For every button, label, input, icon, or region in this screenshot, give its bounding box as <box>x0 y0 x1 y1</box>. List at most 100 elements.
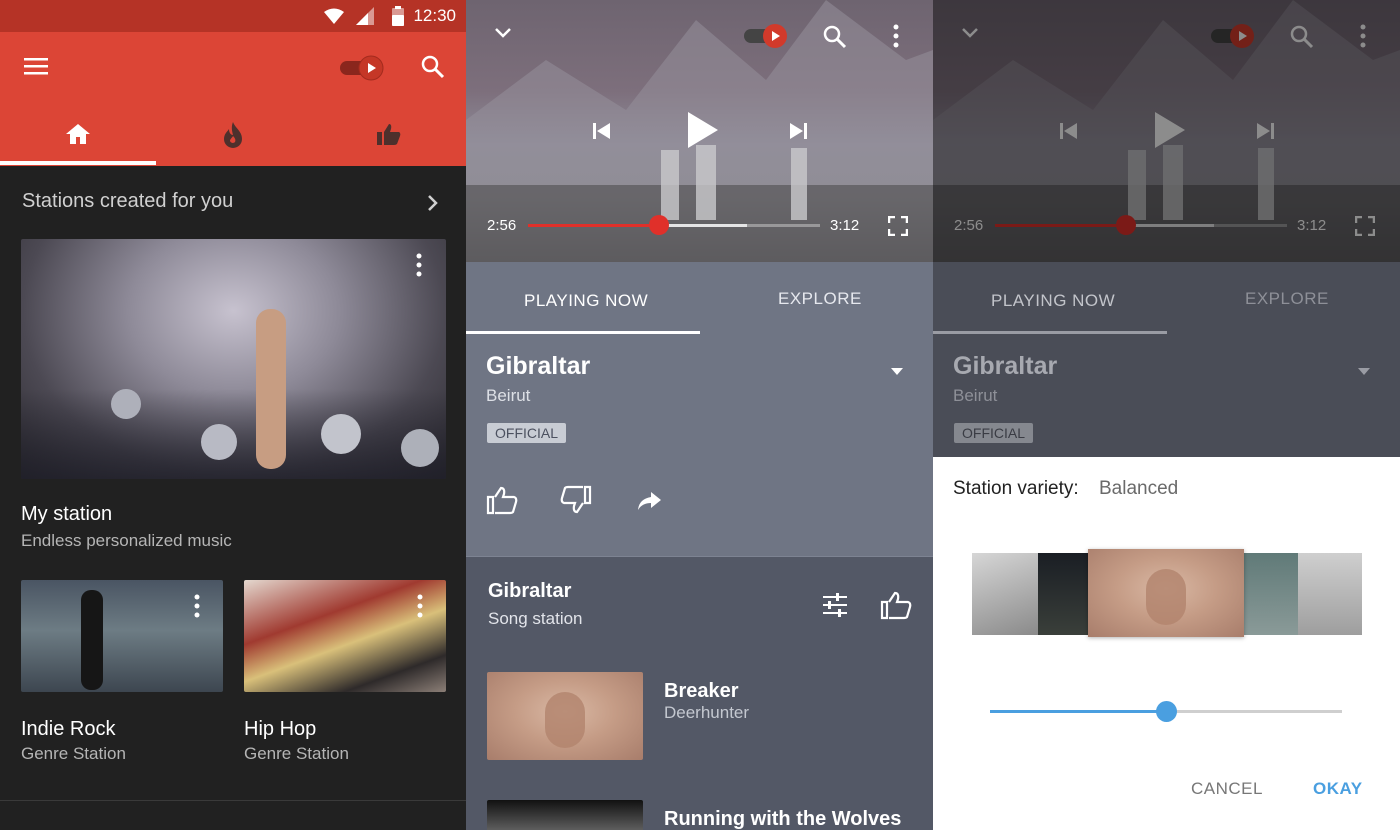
search-icon <box>1290 25 1314 49</box>
status-bar: 12:30 <box>0 0 466 32</box>
play-icon <box>1155 112 1185 148</box>
home-tab-icon[interactable] <box>65 122 91 146</box>
variety-value: Balanced <box>1099 478 1179 499</box>
card-title[interactable]: Hip Hop <box>244 718 316 741</box>
current-time: 2:56 <box>487 217 517 234</box>
cell-signal-icon <box>356 7 374 25</box>
running-with-the-wolves-thumbnail[interactable] <box>487 800 643 830</box>
official-badge: OFFICIAL <box>954 423 1034 443</box>
queue-item-artist: Deerhunter <box>664 703 750 722</box>
tune-sliders-icon[interactable] <box>822 593 848 617</box>
expand-dropdown-icon[interactable] <box>890 366 904 376</box>
song-title: Gibraltar <box>486 352 591 380</box>
disco-ball <box>321 414 361 454</box>
thumbs-up-icon[interactable] <box>486 485 518 515</box>
previous-track-icon[interactable] <box>592 122 612 140</box>
song-artist: Beirut <box>486 386 531 405</box>
hip-hop-thumbnail[interactable] <box>244 580 446 692</box>
total-time: 3:12 <box>1297 217 1327 234</box>
share-icon[interactable] <box>636 490 662 512</box>
progress-bar <box>995 224 1127 227</box>
video-player-dimmed: 2:56 3:12 <box>933 0 1400 262</box>
menu-icon[interactable] <box>24 56 48 76</box>
divider <box>0 800 466 801</box>
player-screen: 2:56 3:12 PLAYING NOW EXPLORE Gibraltar … <box>466 0 933 830</box>
more-options-icon[interactable] <box>193 594 201 618</box>
next-track-icon <box>1257 123 1274 139</box>
featured-title[interactable]: My station <box>21 503 112 526</box>
fullscreen-icon <box>1355 216 1375 236</box>
disco-ball <box>111 389 141 419</box>
current-time: 2:56 <box>954 217 984 234</box>
face-shape <box>1146 569 1186 625</box>
expand-dropdown-icon <box>1358 368 1370 375</box>
seek-track[interactable] <box>528 215 820 235</box>
preview-thumb <box>1244 553 1298 635</box>
progress-bar <box>528 224 660 227</box>
next-track-icon[interactable] <box>788 122 808 140</box>
status-time: 12:30 <box>413 6 456 25</box>
variety-label: Station variety: <box>953 478 1079 499</box>
card-subtitle: Genre Station <box>244 744 349 763</box>
card-subtitle: Genre Station <box>21 744 126 763</box>
total-time: 3:12 <box>830 217 860 234</box>
tab-explore: EXPLORE <box>1245 289 1329 308</box>
figure-silhouette <box>81 590 103 690</box>
slider-thumb[interactable] <box>1156 701 1177 722</box>
station-title: Gibraltar <box>488 580 572 602</box>
music-toggle-switch[interactable] <box>338 54 386 82</box>
tab-explore[interactable]: EXPLORE <box>778 289 862 309</box>
trending-fire-icon[interactable] <box>221 121 245 149</box>
collapse-chevron-icon[interactable] <box>494 26 512 40</box>
fullscreen-icon[interactable] <box>888 216 908 236</box>
variety-slider[interactable] <box>990 701 1342 722</box>
tab-playing-now: PLAYING NOW <box>991 291 1116 310</box>
disco-ball <box>201 424 237 460</box>
my-station-thumbnail[interactable] <box>21 239 446 479</box>
collapse-chevron-icon <box>962 28 978 38</box>
tab-playing-now[interactable]: PLAYING NOW <box>524 291 648 311</box>
search-icon[interactable] <box>420 54 446 80</box>
more-options-icon <box>1360 24 1366 48</box>
card-title[interactable]: Indie Rock <box>21 718 116 741</box>
active-tab-indicator <box>0 161 156 165</box>
cancel-button[interactable]: CANCEL <box>1191 779 1263 799</box>
breaker-thumbnail[interactable] <box>487 672 643 760</box>
station-subtitle: Song station <box>488 609 583 628</box>
section-title: Stations created for you <box>22 190 234 212</box>
battery-icon <box>392 6 404 26</box>
music-toggle-switch <box>1211 24 1254 48</box>
play-icon[interactable] <box>686 110 720 150</box>
official-badge: OFFICIAL <box>487 423 567 443</box>
thumbs-up-icon[interactable] <box>880 590 912 620</box>
more-options-icon[interactable] <box>416 594 424 618</box>
preview-thumb <box>972 553 1038 635</box>
queue-item-title[interactable]: Breaker <box>664 680 739 703</box>
indie-rock-thumbnail[interactable] <box>21 580 223 692</box>
divider <box>466 556 933 557</box>
music-toggle-switch[interactable] <box>742 22 790 50</box>
song-artist: Beirut <box>953 386 998 405</box>
variety-preview-strip <box>972 549 1362 637</box>
wifi-icon <box>324 8 344 24</box>
preview-thumb <box>1298 553 1362 635</box>
home-screen: 12:30 Stations created for you My statio… <box>0 0 466 830</box>
search-icon[interactable] <box>822 24 848 50</box>
disco-ball <box>401 429 439 467</box>
preview-thumb-selected <box>1088 549 1244 637</box>
thumbs-down-icon[interactable] <box>560 485 592 515</box>
featured-subtitle: Endless personalized music <box>21 531 232 550</box>
station-variety-screen: 2:56 3:12 PLAYING NOW EXPLORE Gibraltar … <box>933 0 1400 830</box>
preview-thumb <box>1038 553 1090 635</box>
okay-button[interactable]: OKAY <box>1313 779 1363 799</box>
more-options-icon[interactable] <box>892 24 900 48</box>
previous-track-icon <box>1060 123 1077 139</box>
queue-item-title[interactable]: Running with the Wolves <box>664 808 901 830</box>
thumbs-up-tab-icon[interactable] <box>376 122 402 146</box>
song-title: Gibraltar <box>953 352 1058 380</box>
singer-figure <box>256 309 286 469</box>
more-options-icon[interactable] <box>415 253 423 277</box>
video-player[interactable]: 2:56 3:12 <box>466 0 933 262</box>
chevron-right-icon[interactable] <box>426 194 440 212</box>
face-shape <box>545 692 585 748</box>
